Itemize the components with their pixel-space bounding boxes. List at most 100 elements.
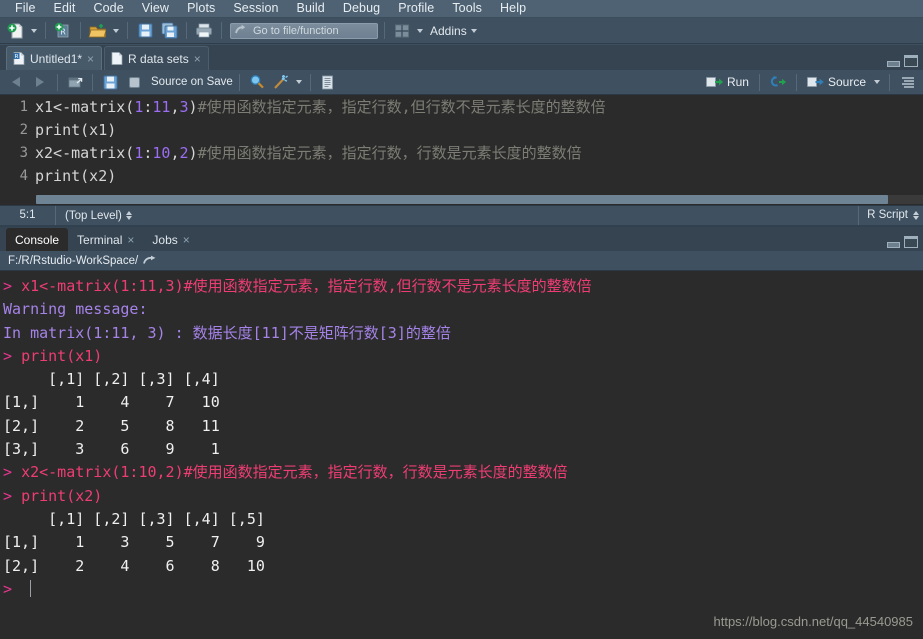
code-token: x1<-matrix( — [35, 98, 135, 116]
source-window-controls — [887, 55, 918, 67]
menu-item-profile[interactable]: Profile — [389, 0, 443, 17]
tab-console[interactable]: Console — [6, 228, 69, 251]
menu-item-edit[interactable]: Edit — [45, 0, 85, 17]
code-editor[interactable]: 1 x1<-matrix(1:11,3)#使用函数指定元素，指定行数,但行数不是… — [0, 95, 923, 193]
menu-item-file[interactable]: File — [6, 0, 45, 17]
new-file-dropdown[interactable] — [29, 21, 39, 41]
code-line-text: print(x1) — [35, 121, 116, 139]
console-text: [,1] [,2] [,3] [,4] — [3, 370, 220, 389]
code-tools-dropdown[interactable] — [294, 72, 304, 92]
compile-report-button[interactable] — [317, 72, 339, 93]
back-button[interactable] — [5, 72, 27, 93]
source-pane: R Untitled1* × R data sets × Source on S… — [0, 44, 923, 225]
console-prompt: > — [3, 346, 22, 365]
run-icon — [706, 77, 724, 87]
code-token: 2 — [179, 144, 189, 162]
minimize-icon[interactable] — [887, 61, 900, 67]
document-icon — [111, 52, 123, 65]
console-text: [3,] 3 6 9 1 — [3, 440, 220, 459]
source-tab-bar: R Untitled1* × R data sets × — [0, 45, 923, 70]
close-icon[interactable]: × — [127, 234, 134, 246]
back-arrow-icon — [12, 77, 20, 87]
toolbar-separator — [92, 73, 93, 91]
toolbar-separator — [221, 22, 222, 39]
editor-save-button[interactable] — [99, 72, 121, 93]
outline-icon — [902, 77, 914, 88]
magnifier-icon — [250, 75, 264, 89]
console-line: [,1] [,2] [,3] [,4] — [3, 368, 923, 391]
menu-item-view[interactable]: View — [133, 0, 178, 17]
run-button[interactable]: Run — [703, 75, 752, 89]
menu-item-tools[interactable]: Tools — [443, 0, 491, 17]
tab-jobs[interactable]: Jobs × — [143, 228, 198, 251]
goto-file-function-input[interactable]: Go to file/function — [230, 22, 378, 39]
show-in-new-window-button[interactable] — [64, 72, 86, 93]
print-button[interactable] — [193, 20, 215, 41]
source-on-save-checkbox[interactable] — [123, 72, 145, 93]
source-button[interactable]: Source — [804, 75, 869, 89]
maximize-icon[interactable] — [904, 236, 918, 248]
maximize-icon[interactable] — [904, 55, 918, 67]
source-dropdown[interactable] — [872, 72, 882, 92]
line-number: 2 — [19, 121, 28, 138]
addins-button[interactable]: Addins — [430, 24, 467, 38]
toolbar-separator — [45, 22, 46, 39]
scrollbar-track[interactable] — [36, 194, 923, 204]
code-token: , — [170, 98, 180, 116]
tab-terminal[interactable]: Terminal × — [68, 228, 143, 251]
console-prompt: > — [3, 579, 22, 598]
console-text: x1<-matrix(1:11,3)#使用函数指定元素，指定行数,但行数不是元素… — [21, 277, 592, 295]
code-line: 4 print(x2) — [0, 164, 923, 187]
editor-horizontal-scrollbar[interactable] — [0, 193, 923, 205]
menu-item-build[interactable]: Build — [288, 0, 334, 17]
source-icon — [807, 77, 824, 87]
new-project-button[interactable]: R — [52, 20, 74, 41]
code-line: 1 x1<-matrix(1:11,3)#使用函数指定元素，指定行数,但行数不是… — [0, 95, 923, 118]
menu-item-help[interactable]: Help — [491, 0, 535, 17]
minimize-icon[interactable] — [887, 242, 900, 248]
forward-button[interactable] — [29, 72, 51, 93]
code-scope-selector[interactable]: (Top Level) — [65, 210, 132, 222]
file-type-selector[interactable]: R Script — [858, 206, 919, 225]
open-file-dropdown[interactable] — [111, 21, 121, 41]
console-text: [2,] 2 4 6 8 10 — [3, 556, 265, 575]
source-tab-untitled1[interactable]: R Untitled1* × — [6, 46, 103, 70]
toolbar-separator — [186, 22, 187, 39]
document-outline-button[interactable] — [897, 72, 919, 93]
close-icon[interactable]: × — [183, 234, 190, 246]
workspace-panes-button[interactable] — [391, 20, 413, 41]
scrollbar-thumb[interactable] — [36, 194, 888, 204]
rerun-button[interactable] — [767, 72, 789, 93]
toolbar-separator — [127, 22, 128, 39]
console-prompt: > — [3, 486, 22, 505]
console-input-line[interactable]: > — [3, 578, 923, 601]
close-icon[interactable]: × — [87, 53, 94, 65]
code-tools-button[interactable] — [270, 72, 292, 93]
menu-item-plots[interactable]: Plots — [178, 0, 224, 17]
console-output[interactable]: > x1<-matrix(1:11,3)#使用函数指定元素，指定行数,但行数不是… — [0, 271, 923, 639]
toolbar-separator — [238, 73, 240, 91]
console-line: [1,] 1 3 5 7 9 — [3, 531, 923, 554]
line-number: 4 — [19, 167, 28, 184]
source-tab-label: Untitled1* — [30, 51, 83, 66]
menu-item-debug[interactable]: Debug — [334, 0, 389, 17]
toolbar-separator — [889, 73, 890, 91]
save-all-button[interactable] — [158, 20, 180, 41]
console-line: > print(x1) — [3, 345, 923, 368]
line-number: 1 — [19, 98, 28, 115]
source-tab-r-data-sets[interactable]: R data sets × — [104, 46, 209, 70]
open-file-button[interactable] — [87, 20, 109, 41]
code-token: ) — [188, 144, 198, 162]
close-icon[interactable]: × — [194, 53, 201, 65]
console-text: [2,] 2 5 8 11 — [3, 416, 220, 435]
menu-item-code[interactable]: Code — [85, 0, 133, 17]
toolbar-separator — [758, 73, 760, 91]
save-button[interactable] — [134, 20, 156, 41]
find-replace-button[interactable] — [246, 72, 268, 93]
new-file-button[interactable] — [5, 20, 27, 41]
addins-dropdown[interactable] — [469, 21, 479, 41]
goto-file-placeholder: Go to file/function — [253, 24, 339, 37]
menu-item-session[interactable]: Session — [224, 0, 287, 17]
goto-directory-icon[interactable] — [143, 255, 157, 266]
workspace-panes-dropdown[interactable] — [415, 21, 425, 41]
